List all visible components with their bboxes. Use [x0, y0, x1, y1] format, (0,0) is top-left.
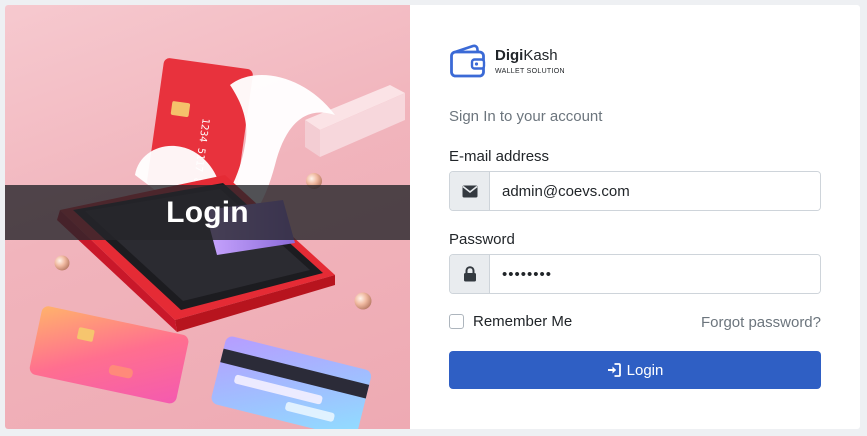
brand-name: DigiKash — [495, 47, 565, 65]
login-form: DigiKash WALLET SOLUTION Sign In to your… — [449, 5, 821, 429]
email-label: E-mail address — [449, 148, 550, 165]
hero-overlay-title: Login — [166, 195, 249, 229]
brand-name-bold: Digi — [495, 47, 524, 64]
brand-logo: DigiKash WALLET SOLUTION — [449, 43, 565, 79]
login-button-label: Login — [626, 361, 664, 379]
login-button[interactable]: Login — [449, 351, 821, 389]
hero-overlay-band: Login — [5, 185, 410, 240]
login-card: 1234 5117 8 Login DigiKash WALLET SOLUTI… — [5, 5, 860, 429]
brand-text: DigiKash WALLET SOLUTION — [495, 47, 565, 75]
wallet-icon — [449, 43, 487, 79]
brand-tagline: WALLET SOLUTION — [495, 68, 565, 75]
sign-in-icon — [607, 363, 621, 377]
lock-icon — [450, 255, 490, 293]
password-input-group — [449, 254, 821, 294]
forgot-password-link[interactable]: Forgot password? — [701, 314, 821, 331]
remember-checkbox[interactable] — [449, 314, 464, 329]
password-field[interactable] — [490, 255, 820, 293]
password-label: Password — [449, 231, 515, 248]
remember-label: Remember Me — [473, 313, 573, 330]
email-input-group — [449, 171, 821, 211]
envelope-icon — [450, 172, 490, 210]
remember-me[interactable]: Remember Me — [449, 313, 572, 330]
form-subtitle: Sign In to your account — [449, 108, 603, 125]
email-field[interactable] — [490, 172, 820, 210]
brand-name-rest: Kash — [523, 47, 558, 64]
hero-illustration: 1234 5117 8 Login — [5, 5, 410, 429]
